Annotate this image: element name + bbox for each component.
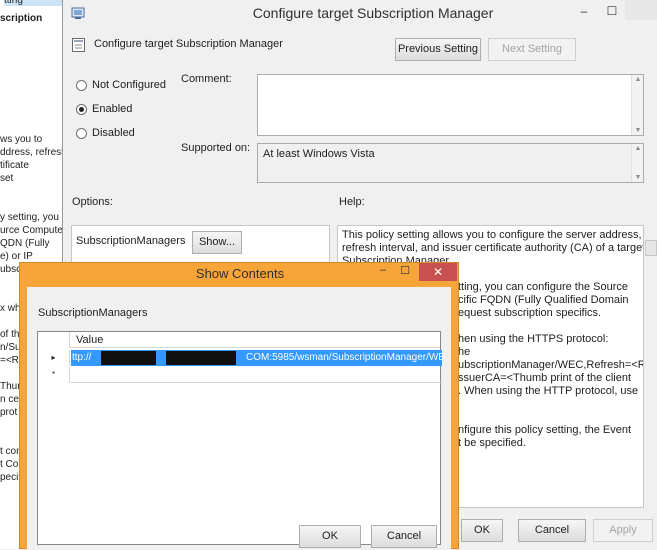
background-text: pecif [0, 472, 22, 483]
radio-indicator [76, 127, 87, 139]
help-text-line: ubscriptionManager/WEC,Refresh=<Re [458, 359, 644, 371]
value-cell-end: COM:5985/wsman/SubscriptionManager/WEC [246, 352, 442, 363]
background-text: QDN (Fully [0, 238, 50, 249]
comment-scrollbar[interactable]: ▲ ▼ [631, 75, 643, 135]
background-text: of th [0, 329, 20, 340]
background-selected-item: tting [4, 0, 62, 6]
disabled-radio[interactable]: Disabled [76, 125, 135, 141]
background-text: ws you to [0, 134, 43, 145]
ok-button[interactable]: OK [461, 519, 503, 542]
show-button[interactable]: Show... [192, 231, 242, 254]
help-text-line: This policy setting allows you to config… [342, 229, 642, 241]
supported-on-field: At least Windows Vista ▲ ▼ [257, 143, 644, 183]
help-text-line: nfigure this policy setting, the Event [458, 424, 632, 436]
options-label: Options: [72, 196, 113, 208]
show-contents-body: SubscriptionManagers Value ▸ ttp:// COM:… [27, 287, 451, 550]
maximize-button[interactable]: ☐ [396, 264, 414, 280]
next-setting-button[interactable]: Next Setting [488, 38, 576, 61]
comment-field[interactable]: ▲ ▼ [257, 74, 644, 136]
background-text: n ce [0, 394, 19, 405]
disabled-label: Disabled [92, 127, 135, 139]
value-column-header: Value [76, 334, 104, 346]
show-contents-dialog: Show Contents – ☐ ✕ SubscriptionManagers… [19, 262, 459, 550]
minimize-button[interactable]: – [571, 2, 597, 20]
help-text-line: he [458, 346, 471, 358]
background-text: n/Su [0, 342, 21, 353]
close-button[interactable] [625, 0, 657, 20]
policy-setting-icon [72, 38, 85, 52]
supported-scrollbar[interactable]: ▲ ▼ [631, 144, 643, 182]
background-text: scription [0, 13, 43, 24]
redaction-bar [101, 351, 156, 365]
background-text: ddress, refresh [0, 147, 64, 158]
background-text: tificate [0, 160, 29, 171]
ok-button[interactable]: OK [299, 525, 361, 548]
supported-on-value: At least Windows Vista [263, 148, 375, 160]
show-contents-title: Show Contents [195, 266, 285, 281]
not-configured-label: Not Configured [92, 79, 166, 91]
value-cell-new[interactable] [71, 367, 442, 383]
redaction-bar [166, 351, 236, 365]
window-title: Configure target Subscription Manager [252, 5, 494, 21]
help-text-line: t be specified. [458, 437, 526, 449]
background-text: x wh [0, 303, 21, 314]
row-header-corner [38, 332, 70, 348]
enabled-radio[interactable]: Enabled [76, 101, 132, 117]
value-cell-start: ttp:// [72, 352, 92, 363]
background-text: t Co [0, 459, 19, 470]
cancel-button[interactable]: Cancel [518, 519, 586, 542]
help-text-line: tting, you can configure the Source [458, 281, 628, 293]
value-cell-selected[interactable]: ttp:// COM:5985/wsman/SubscriptionManage… [71, 350, 442, 366]
help-text-line: ssuerCA=<Thumb print of the client [458, 372, 632, 384]
help-text-line: cific FQDN (Fully Qualified Domain [458, 294, 629, 306]
background-text: prot [0, 407, 18, 418]
grid-header: Value [38, 332, 440, 348]
background-text: e) or IP [0, 251, 33, 262]
scroll-down-icon[interactable]: ▼ [632, 127, 644, 134]
background-text: =<R [0, 355, 19, 366]
help-text-line: refresh interval, and issuer certificate… [342, 242, 644, 254]
row-marker-current[interactable]: ▸ [38, 350, 70, 366]
apply-button[interactable]: Apply [593, 519, 653, 542]
values-grid[interactable]: Value ▸ ttp:// COM:5985/wsman/Subscripti… [37, 331, 442, 545]
cancel-button[interactable]: Cancel [371, 525, 437, 548]
help-text-line: . When using the HTTP protocol, use [458, 385, 639, 397]
help-text-line: equest subscription specifics. [458, 307, 602, 319]
help-label: Help: [339, 196, 365, 208]
scroll-up-icon[interactable]: ▲ [632, 145, 644, 152]
enabled-label: Enabled [92, 103, 133, 115]
resize-grip[interactable] [645, 240, 657, 256]
row-marker-new[interactable]: * [38, 367, 70, 383]
radio-indicator [76, 79, 87, 91]
close-button[interactable]: ✕ [419, 263, 457, 281]
policy-name: Configure target Subscription Manager [94, 38, 283, 50]
policy-app-icon [71, 7, 85, 19]
title-bar: Configure target Subscription Manager – … [63, 0, 657, 27]
maximize-button[interactable]: ☐ [599, 2, 625, 20]
previous-setting-button[interactable]: Previous Setting [395, 38, 481, 61]
supported-on-label: Supported on: [181, 142, 251, 154]
help-text-line: hen using the HTTPS protocol: [458, 333, 609, 345]
subscription-managers-label: SubscriptionManagers [38, 307, 148, 319]
background-text: set [0, 173, 14, 184]
comment-label: Comment: [181, 73, 232, 85]
subscription-managers-label: SubscriptionManagers [76, 235, 186, 247]
not-configured-radio[interactable]: Not Configured [76, 77, 166, 93]
radio-indicator [76, 103, 87, 115]
scroll-up-icon[interactable]: ▲ [632, 76, 644, 83]
scroll-down-icon[interactable]: ▼ [632, 174, 644, 181]
background-text: urce Computer [0, 225, 64, 236]
background-text: y setting, you [0, 212, 59, 223]
minimize-button[interactable]: – [374, 264, 392, 280]
